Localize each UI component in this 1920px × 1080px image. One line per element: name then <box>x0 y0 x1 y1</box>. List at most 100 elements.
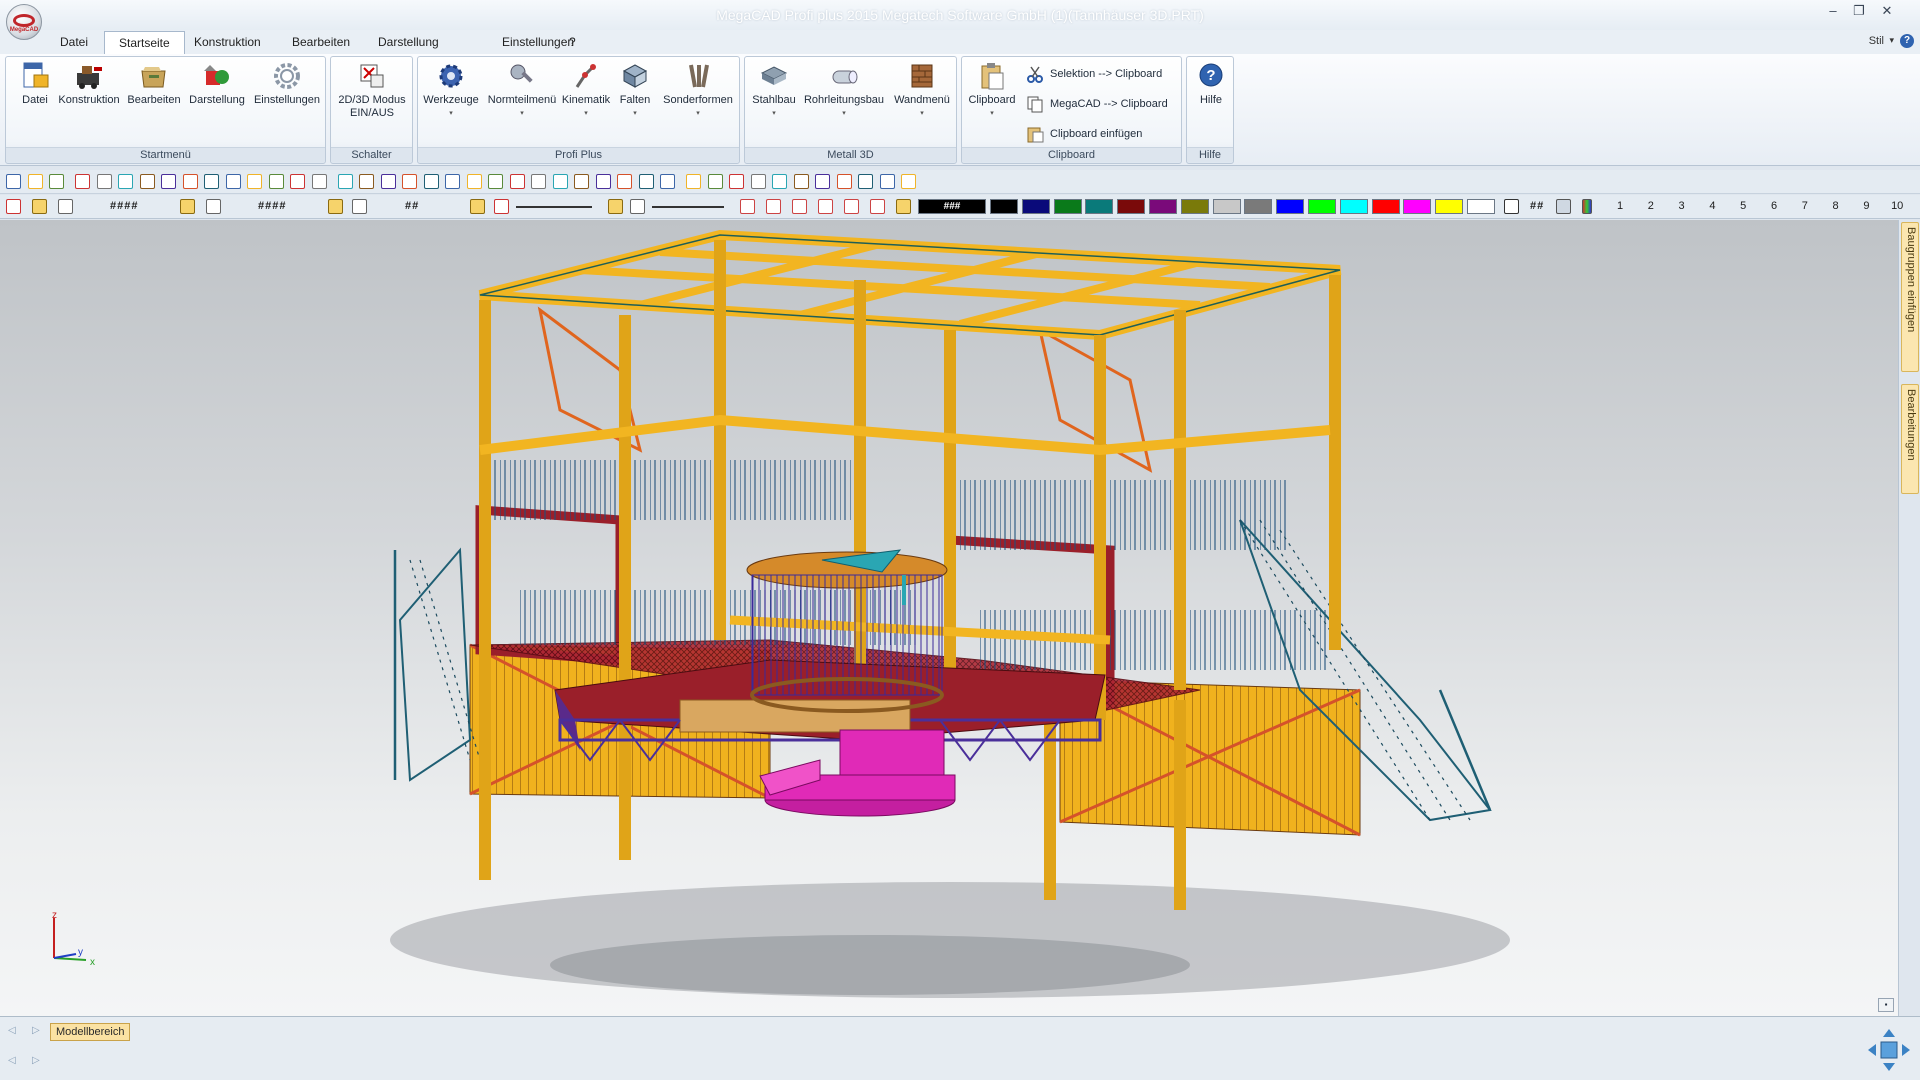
clipboard-button[interactable]: Clipboard ▾ <box>964 61 1020 120</box>
sweep-tool-icon[interactable] <box>750 174 766 189</box>
minimize-button[interactable]: – <box>1820 2 1846 22</box>
render-tool-icon[interactable] <box>531 174 546 189</box>
tab-startseite[interactable]: Startseite <box>104 31 185 54</box>
layer-button[interactable]: 6 <box>1764 200 1784 212</box>
print-tool-icon[interactable] <box>75 174 90 189</box>
union-tool-icon[interactable] <box>772 174 787 189</box>
darstellung-button[interactable]: Darstellung <box>186 61 248 107</box>
scroll-right-icon[interactable]: ▷ <box>32 1055 40 1066</box>
stahlbau-button[interactable]: Stahlbau ▾ <box>747 61 801 120</box>
color-swatch[interactable] <box>1467 199 1495 214</box>
sheet-next-icon[interactable]: ▷ <box>32 1025 40 1036</box>
scroll-left-icon[interactable]: ◁ <box>8 1055 16 1066</box>
block-tool-icon[interactable] <box>488 174 503 189</box>
undo-tool-icon[interactable] <box>118 174 133 189</box>
zoom-in-icon[interactable] <box>766 199 781 214</box>
hatch-tool-icon[interactable] <box>359 174 374 189</box>
tab-darstellung[interactable]: Darstellung <box>364 31 453 54</box>
color-swatch[interactable] <box>1276 199 1305 214</box>
style-dropdown-icon[interactable]: ▾ <box>1889 35 1894 46</box>
point-field[interactable]: #### <box>110 200 138 212</box>
trim-tool-icon[interactable] <box>268 174 284 189</box>
color-swatch[interactable] <box>990 199 1018 214</box>
close-button[interactable]: ✕ <box>1874 2 1900 22</box>
color-swatch[interactable] <box>1149 199 1177 214</box>
navigation-cube-icon[interactable] <box>1866 1027 1912 1073</box>
layer-button[interactable]: 5 <box>1733 200 1753 212</box>
side-tab-bearbeitungen[interactable]: Bearbeitungen <box>1901 384 1919 494</box>
mode-toggle-button[interactable]: 2D/3D Modus EIN/AUS <box>333 61 411 120</box>
style-label[interactable]: Stil <box>1869 35 1884 47</box>
hilfe-button[interactable]: ? Hilfe <box>1189 61 1233 107</box>
scale-tool-icon[interactable] <box>247 174 262 189</box>
chamfer-tool-icon[interactable] <box>337 174 353 189</box>
text-tool-icon[interactable] <box>380 174 396 189</box>
viewport-corner-button[interactable]: ▪ <box>1878 998 1894 1012</box>
color-swatch[interactable] <box>1021 199 1050 214</box>
zoom-out-icon[interactable] <box>740 199 755 214</box>
section-tool-icon[interactable] <box>660 174 675 189</box>
extend-tool-icon[interactable] <box>290 174 305 189</box>
line-width-icon[interactable] <box>630 199 645 214</box>
light-tool-icon[interactable] <box>617 174 632 189</box>
layer-grid-icon[interactable] <box>1556 199 1571 214</box>
drawing-viewport[interactable]: z x y ▪ <box>0 220 1898 1016</box>
paste-clipboard-button[interactable]: Clipboard einfügen <box>1026 123 1142 145</box>
new-tool-icon[interactable] <box>6 174 21 189</box>
hide-tool-icon[interactable] <box>595 174 611 189</box>
color-swatch[interactable] <box>1339 199 1368 214</box>
redo-tool-icon[interactable] <box>139 174 155 189</box>
intersect-tool-icon[interactable] <box>815 174 830 189</box>
layer-button[interactable]: 9 <box>1856 200 1876 212</box>
layer-button[interactable]: 8 <box>1826 200 1846 212</box>
sonderformen-button[interactable]: Sonderformen ▾ <box>658 61 738 120</box>
pen-icon[interactable] <box>352 199 367 214</box>
zoom-all-icon[interactable] <box>818 199 833 214</box>
lock-icon[interactable] <box>180 199 195 214</box>
color-swatch[interactable] <box>1085 199 1114 214</box>
lock-icon[interactable] <box>470 199 485 214</box>
save-tool-icon[interactable] <box>49 174 64 189</box>
selection-to-clipboard-button[interactable]: Selektion --> Clipboard <box>1026 63 1162 85</box>
color-swatch[interactable] <box>1435 199 1464 214</box>
tab-konstruktion[interactable]: Konstruktion <box>180 31 275 54</box>
layer-button[interactable]: 3 <box>1672 200 1692 212</box>
color-swatch[interactable] <box>1371 199 1400 214</box>
lock-icon[interactable] <box>608 199 623 214</box>
subtract-tool-icon[interactable] <box>793 174 809 189</box>
color-field[interactable]: ### <box>918 199 986 214</box>
move-tool-icon[interactable] <box>161 174 176 189</box>
wandmenue-button[interactable]: Wandmenü ▾ <box>889 61 955 120</box>
extrude-tool-icon[interactable] <box>686 174 701 189</box>
color-swatch[interactable] <box>1212 199 1241 214</box>
app-logo-button[interactable]: MegaCAD <box>6 4 42 40</box>
kinematik-button[interactable]: Kinematik ▾ <box>558 61 614 120</box>
layer-field[interactable]: #### <box>258 200 286 212</box>
layer-button[interactable]: 10 <box>1887 200 1907 212</box>
layer-tool-icon[interactable] <box>445 174 460 189</box>
color-picker-icon[interactable] <box>1504 199 1519 214</box>
analyze-tool-icon[interactable] <box>879 174 895 189</box>
line-type-icon[interactable] <box>494 199 509 214</box>
einstellungen-button[interactable]: Einstellungen <box>250 61 324 107</box>
sheet-tab-modellbereich[interactable]: Modellbereich <box>50 1023 131 1041</box>
line-width-select[interactable] <box>652 206 724 208</box>
restore-button[interactable]: ❐ <box>1846 2 1872 22</box>
lock-icon[interactable] <box>896 199 911 214</box>
tab-help[interactable]: ? <box>555 31 590 54</box>
color-swatch[interactable] <box>1180 199 1209 214</box>
copy-tool-icon[interactable] <box>182 174 198 189</box>
zoom-window-icon[interactable] <box>792 199 807 214</box>
tab-bearbeiten[interactable]: Bearbeiten <box>278 31 364 54</box>
layer-color-icon[interactable] <box>1582 199 1592 214</box>
preview-tool-icon[interactable] <box>96 174 112 189</box>
zoom-extents-icon[interactable] <box>870 199 885 214</box>
xref-tool-icon[interactable] <box>509 174 525 189</box>
falten-button[interactable]: Falten ▾ <box>614 61 656 120</box>
werkzeuge-button[interactable]: Werkzeuge ▾ <box>422 61 480 120</box>
mirror-tool-icon[interactable] <box>204 174 219 189</box>
shade-tool-icon[interactable] <box>552 174 568 189</box>
megacad-to-clipboard-button[interactable]: MegaCAD --> Clipboard <box>1026 93 1168 115</box>
material-tool-icon[interactable] <box>638 174 654 189</box>
zoom-previous-icon[interactable] <box>844 199 859 214</box>
